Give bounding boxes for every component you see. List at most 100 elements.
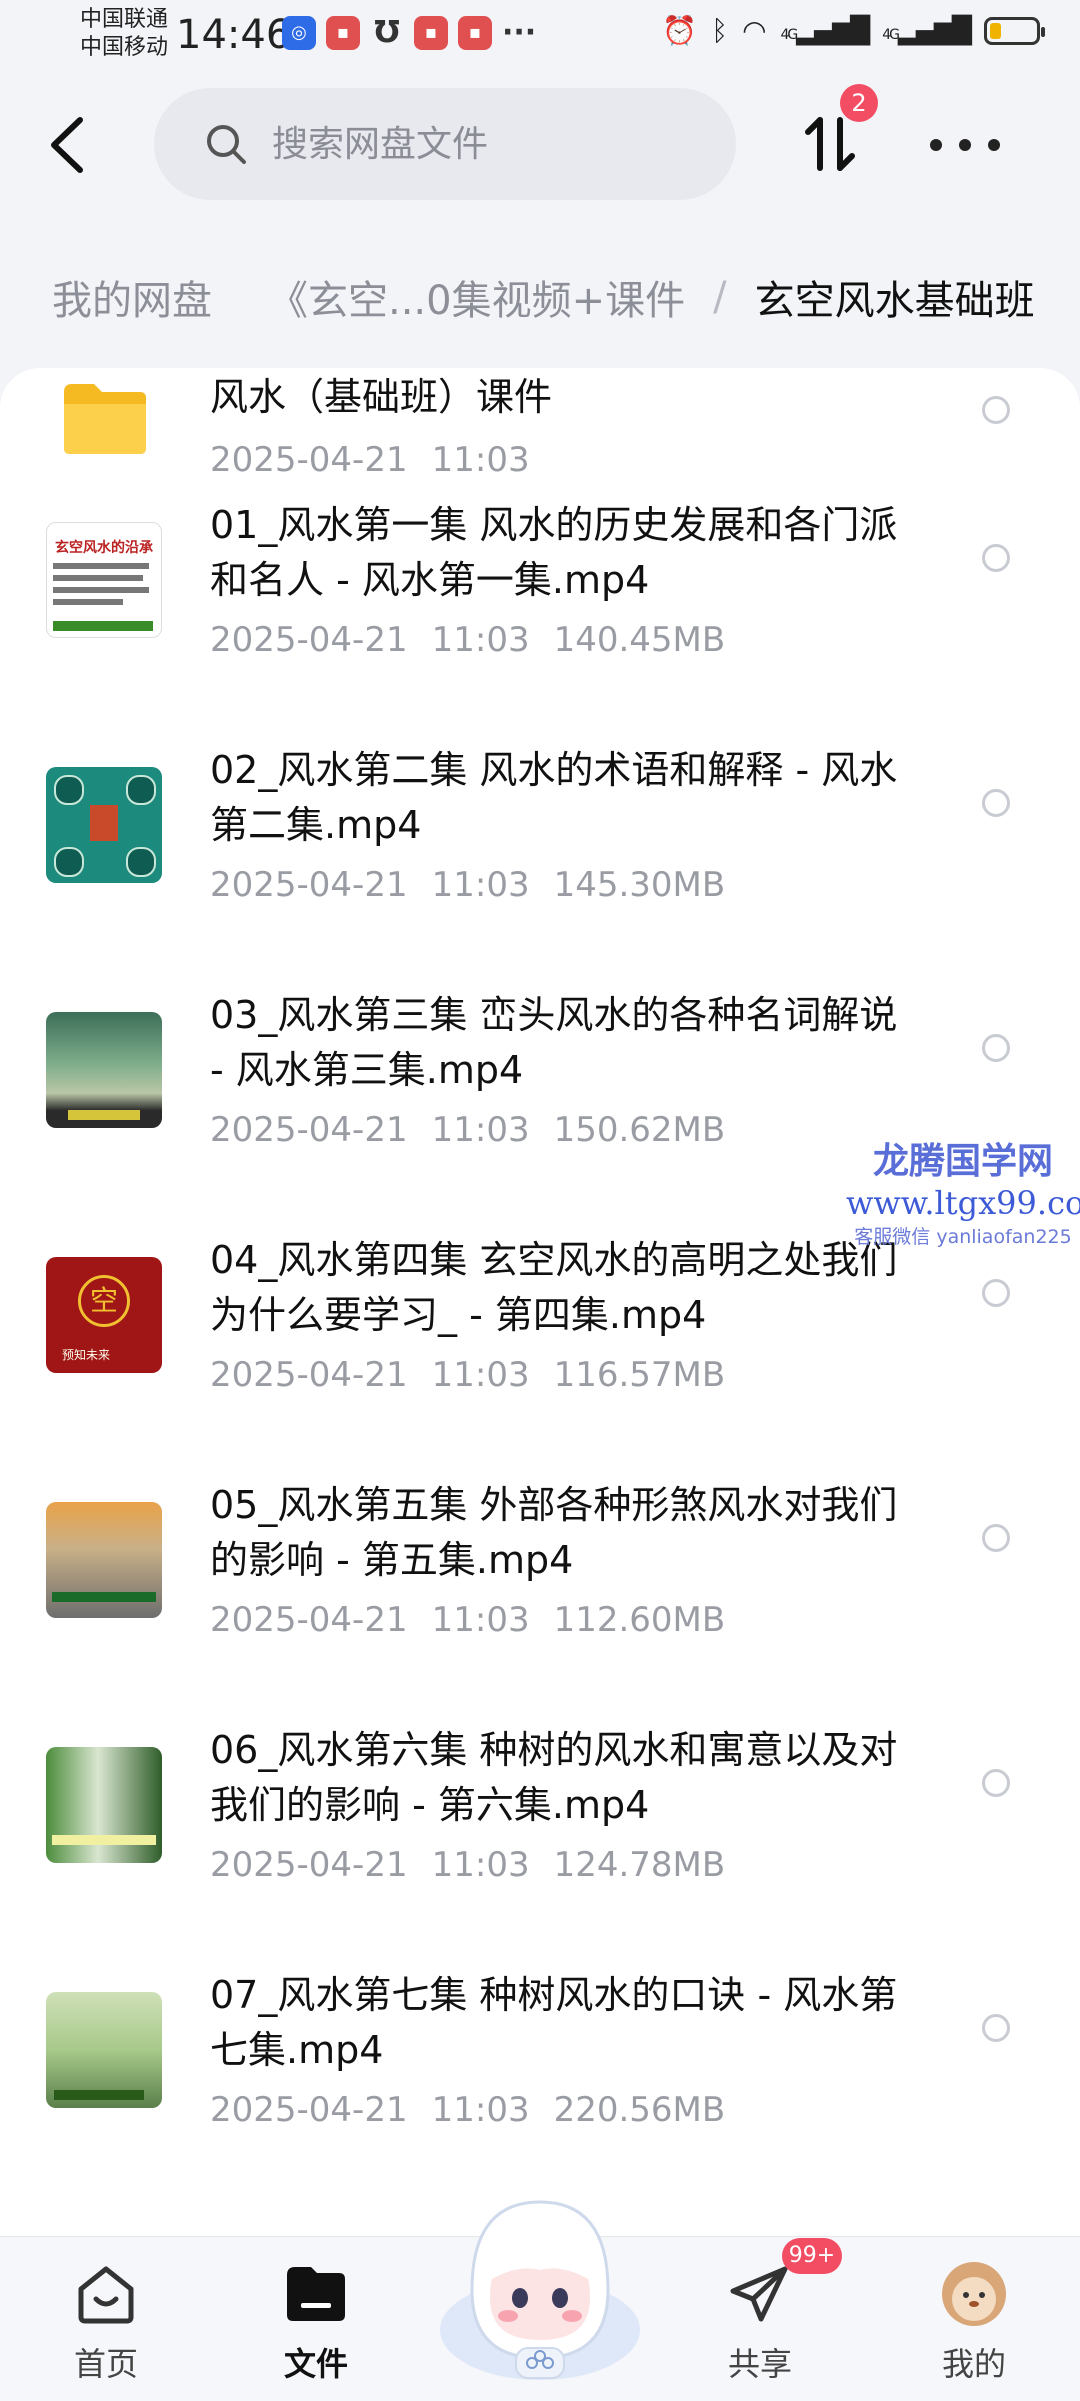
more-options-button[interactable] xyxy=(930,120,1000,170)
home-icon xyxy=(78,2266,134,2324)
file-size: 220.56MB xyxy=(553,2090,726,2130)
file-meta: 2025-04-21 11:03 124.78MB xyxy=(210,1845,725,1885)
ai-assistant-button[interactable] xyxy=(432,2180,648,2390)
breadcrumb: 我的网盘 《玄空...0集视频+课件 / 玄空风水基础班 xyxy=(0,262,1080,332)
video-thumbnail xyxy=(46,1747,162,1863)
video-thumbnail xyxy=(46,1992,162,2108)
alarm-icon: ⏰ xyxy=(662,14,698,47)
status-time: 14:46 xyxy=(176,12,292,58)
transfer-arrows-icon xyxy=(805,117,855,171)
file-date: 2025-04-21 xyxy=(210,620,408,660)
thumbnail-caption: 预知未来 xyxy=(62,1348,111,1362)
list-item[interactable]: 02_风水第二集 风水的术语和解释 - 风水第二集.mp4 2025-04-21… xyxy=(0,737,1080,982)
file-size: 140.45MB xyxy=(553,620,726,660)
list-item[interactable]: 风水（基础班）课件 2025-04-21 11:03 xyxy=(0,368,1080,495)
avatar xyxy=(942,2262,1006,2326)
watermark: 龙腾国学网 www.ltgx99.com 客服微信 yanliaofan225 xyxy=(846,1132,1080,1249)
file-date: 2025-04-21 xyxy=(210,2090,408,2130)
video-thumbnail xyxy=(46,1502,162,1618)
transfer-list-button[interactable] xyxy=(798,112,868,182)
file-time: 11:03 xyxy=(431,2090,530,2130)
signal-icon-2: 4G▂▄▆█ xyxy=(882,15,972,46)
file-meta: 2025-04-21 11:03 116.57MB xyxy=(210,1355,725,1395)
nav-home[interactable]: 首页 xyxy=(36,2259,176,2389)
nav-profile[interactable]: 我的 xyxy=(904,2259,1044,2389)
file-size: 124.78MB xyxy=(553,1845,726,1885)
huawei-notification-icon: ▪ xyxy=(326,16,360,50)
carrier-info: 中国联通 中国移动 xyxy=(80,6,168,62)
file-time: 11:03 xyxy=(431,1845,530,1885)
battery-icon xyxy=(984,16,1045,45)
file-list: 风水（基础班）课件 2025-04-21 11:03 玄空风水的沿承 01_风水第… xyxy=(0,368,1080,2236)
video-thumbnail xyxy=(46,1012,162,1128)
list-item[interactable]: 06_风水第六集 种树的风水和寓意以及对我们的影响 - 第六集.mp4 2025… xyxy=(0,1717,1080,1962)
search-input[interactable] xyxy=(270,122,694,166)
video-thumbnail: 空 预知未来 xyxy=(46,1257,162,1373)
select-radio[interactable] xyxy=(982,2014,1010,2042)
signal-icon-1: 4G▂▄▆█ xyxy=(780,15,871,46)
breadcrumb-root[interactable]: 我的网盘 xyxy=(52,268,212,326)
nav-share[interactable]: 共享 xyxy=(690,2259,830,2389)
file-meta: 2025-04-21 11:03 xyxy=(210,440,530,480)
file-meta: 2025-04-21 11:03 112.60MB xyxy=(210,1600,725,1640)
back-button[interactable] xyxy=(38,110,98,180)
file-name: 05_风水第五集 外部各种形煞风水对我们的影响 - 第五集.mp4 xyxy=(210,1483,898,1582)
app-notification-icon: ◎ xyxy=(282,16,316,50)
folder-icon xyxy=(64,384,146,454)
file-time: 11:03 xyxy=(431,1600,530,1640)
select-radio[interactable] xyxy=(982,396,1010,424)
file-date: 2025-04-21 xyxy=(210,1355,408,1395)
video-thumbnail xyxy=(46,767,162,883)
list-item[interactable]: 空 预知未来 04_风水第四集 玄空风水的高明之处我们为什么要学习_ - 第四集… xyxy=(0,1227,1080,1472)
file-size: 145.30MB xyxy=(553,865,726,905)
file-size: 112.60MB xyxy=(553,1600,726,1640)
nav-files-label: 文件 xyxy=(283,2345,348,2383)
list-item[interactable]: 05_风水第五集 外部各种形煞风水对我们的影响 - 第五集.mp4 2025-0… xyxy=(0,1472,1080,1717)
file-date: 2025-04-21 xyxy=(210,1845,408,1885)
file-time: 11:03 xyxy=(431,620,530,660)
file-meta: 2025-04-21 11:03 145.30MB xyxy=(210,865,725,905)
file-name: 06_风水第六集 种树的风水和寓意以及对我们的影响 - 第六集.mp4 xyxy=(210,1728,898,1827)
wifi-icon: ◠ xyxy=(742,14,767,47)
select-radio[interactable] xyxy=(982,1034,1010,1062)
list-item[interactable]: 玄空风水的沿承 01_风水第一集 风水的历史发展和各门派和名人 - 风水第一集.… xyxy=(0,492,1080,737)
file-date: 2025-04-21 xyxy=(210,1110,408,1150)
breadcrumb-separator: / xyxy=(713,274,727,320)
list-item[interactable]: 07_风水第七集 种树风水的口诀 - 风水第七集.mp4 2025-04-21 1… xyxy=(0,1962,1080,2207)
nav-files[interactable]: 文件 xyxy=(246,2259,386,2389)
nav-profile-label: 我的 xyxy=(941,2345,1006,2383)
thumbnail-char: 空 xyxy=(78,1275,130,1327)
more-dot-icon xyxy=(959,139,971,151)
file-meta: 2025-04-21 11:03 140.45MB xyxy=(210,620,725,660)
watermark-title: 龙腾国学网 xyxy=(872,1141,1053,1182)
file-size: 150.62MB xyxy=(553,1110,726,1150)
file-date: 2025-04-21 xyxy=(210,440,408,480)
watermark-url: www.ltgx99.com xyxy=(846,1184,1080,1222)
file-meta: 2025-04-21 11:03 220.56MB xyxy=(210,2090,725,2130)
paper-plane-icon xyxy=(730,2266,788,2322)
select-radio[interactable] xyxy=(982,1279,1010,1307)
file-date: 2025-04-21 xyxy=(210,865,408,905)
search-icon xyxy=(207,125,246,164)
share-notification-badge: 99+ xyxy=(782,2238,842,2274)
file-date: 2025-04-21 xyxy=(210,1600,408,1640)
file-time: 11:03 xyxy=(431,1355,530,1395)
breadcrumb-parent[interactable]: 《玄空...0集视频+课件 xyxy=(268,268,685,326)
file-name: 07_风水第七集 种树风水的口诀 - 风水第七集.mp4 xyxy=(210,1973,898,2072)
video-thumbnail: 玄空风水的沿承 xyxy=(46,522,162,638)
nav-home-label: 首页 xyxy=(73,2345,138,2383)
file-name: 01_风水第一集 风水的历史发展和各门派和名人 - 风水第一集.mp4 xyxy=(210,503,898,602)
search-bar[interactable] xyxy=(154,88,736,200)
breadcrumb-current: 玄空风水基础班 xyxy=(754,278,1035,324)
bluetooth-icon: ᛒ xyxy=(711,14,729,47)
file-time: 11:03 xyxy=(431,1110,530,1150)
select-radio[interactable] xyxy=(982,1769,1010,1797)
select-radio[interactable] xyxy=(982,789,1010,817)
file-name: 04_风水第四集 玄空风水的高明之处我们为什么要学习_ - 第四集.mp4 xyxy=(210,1238,898,1337)
nav-share-label: 共享 xyxy=(727,2345,792,2383)
file-meta: 2025-04-21 11:03 150.62MB xyxy=(210,1110,725,1150)
select-radio[interactable] xyxy=(982,544,1010,572)
select-radio[interactable] xyxy=(982,1524,1010,1552)
notification-icons: ◎ ▪ Ʊ ▪ ▪ ··· xyxy=(282,16,536,50)
file-name: 02_风水第二集 风水的术语和解释 - 风水第二集.mp4 xyxy=(210,748,898,847)
